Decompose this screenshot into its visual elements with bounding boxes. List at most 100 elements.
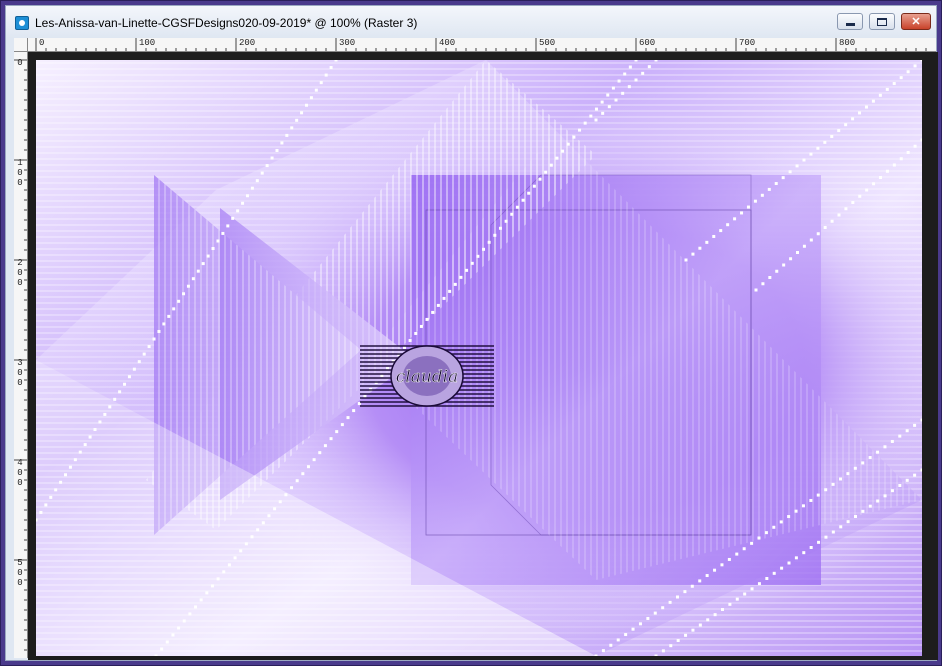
dot: [108, 405, 112, 409]
dot: [906, 151, 910, 154]
dot: [177, 626, 181, 630]
dot: [628, 65, 632, 69]
dot: [167, 314, 171, 318]
dot: [199, 598, 203, 602]
dot: [899, 76, 903, 80]
dot: [817, 540, 821, 544]
dot: [712, 234, 716, 238]
vertical-ruler[interactable]: 0 100 200 300 400 500: [14, 52, 28, 658]
dot: [171, 633, 175, 637]
dot: [713, 613, 717, 617]
dot: [780, 566, 784, 570]
dot: [152, 337, 156, 341]
dot: [304, 103, 308, 107]
dot: [39, 510, 43, 514]
dot: [905, 478, 909, 482]
dot: [779, 520, 783, 524]
ruler-label-400: 400: [439, 38, 456, 48]
ruler-left-label-100: 100: [17, 158, 23, 188]
dot: [728, 602, 732, 606]
dot: [913, 144, 917, 148]
dot: [883, 445, 887, 449]
dot: [226, 224, 230, 228]
dot: [768, 276, 772, 279]
dot: [851, 201, 855, 204]
dot: [515, 205, 519, 209]
dot: [871, 99, 875, 103]
dot: [578, 128, 582, 132]
dot: [899, 157, 903, 161]
dot: [713, 568, 717, 572]
dot: [290, 486, 294, 490]
dot: [306, 465, 310, 469]
app-window: Les-Anissa-van-Linette-CGSFDesigns020-09…: [0, 0, 942, 666]
dot: [236, 209, 240, 213]
ruler-label-600: 600: [639, 38, 656, 48]
dot: [64, 473, 68, 477]
dot: [607, 105, 611, 109]
window-title: Les-Anissa-van-Linette-CGSFDesigns020-09…: [35, 16, 418, 30]
dot: [920, 418, 922, 422]
dot: [68, 465, 72, 469]
dot: [285, 133, 289, 137]
dot: [809, 498, 813, 502]
dot: [221, 231, 225, 235]
minimize-icon: [845, 23, 855, 26]
dot: [324, 73, 328, 77]
dot: [816, 232, 820, 236]
dot: [646, 616, 650, 620]
image-canvas[interactable]: claudia: [36, 60, 922, 656]
dot: [239, 549, 243, 553]
dot: [788, 170, 792, 174]
horizontal-ruler[interactable]: 0 100 200 300 400 500 600 700 800: [14, 38, 936, 52]
ruler-label-700: 700: [739, 38, 756, 48]
dot: [890, 439, 894, 443]
dot: [623, 72, 627, 76]
dot: [177, 299, 181, 303]
dot: [789, 257, 793, 261]
dot: [103, 412, 107, 416]
dot: [295, 118, 299, 122]
dot: [160, 647, 164, 651]
dot: [278, 500, 282, 504]
dot: [705, 574, 709, 578]
dot: [782, 263, 786, 267]
dot: [844, 123, 848, 127]
dot: [555, 156, 559, 160]
dot: [824, 535, 828, 539]
dot: [194, 605, 198, 609]
minimize-button[interactable]: [837, 13, 863, 30]
dot: [532, 184, 536, 188]
dot: [705, 240, 709, 244]
close-button[interactable]: ✕: [901, 13, 931, 30]
dot: [617, 79, 621, 83]
dot: [638, 622, 642, 626]
ruler-label-0: 0: [39, 38, 45, 48]
dot: [846, 472, 850, 476]
dot: [601, 649, 605, 653]
dot: [890, 489, 894, 493]
dot: [54, 488, 58, 492]
dot: [352, 409, 356, 413]
dot: [493, 233, 497, 237]
dot: [691, 252, 695, 256]
maximize-icon: [877, 17, 887, 26]
canvas-workspace[interactable]: claudia: [28, 52, 938, 660]
maximize-button[interactable]: [869, 13, 895, 30]
dot: [920, 138, 922, 142]
app-icon[interactable]: [15, 16, 29, 30]
dot: [898, 434, 902, 438]
ruler-corner: [14, 38, 28, 52]
dot: [431, 310, 435, 314]
title-bar[interactable]: Les-Anissa-van-Linette-CGSFDesigns020-09…: [6, 6, 936, 38]
dot: [59, 480, 63, 484]
dot: [284, 493, 288, 497]
dot: [753, 199, 757, 203]
dot: [765, 577, 769, 580]
ruler-label-300: 300: [339, 38, 356, 48]
dot: [182, 292, 186, 296]
dot: [726, 223, 730, 227]
dot: [727, 557, 731, 561]
dot: [191, 277, 195, 281]
ruler-left-label-400: 400: [17, 458, 23, 488]
